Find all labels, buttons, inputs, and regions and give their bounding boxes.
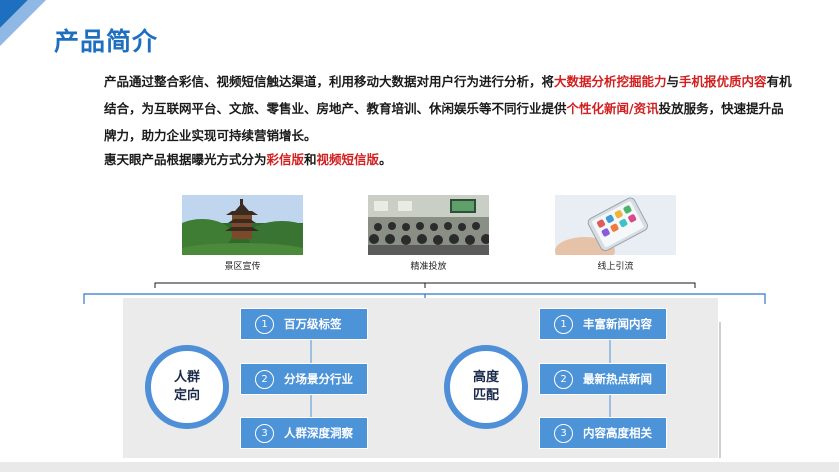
footer-strip <box>0 462 839 472</box>
version-text-3: 。 <box>379 152 392 167</box>
step-number: 1 <box>554 314 573 334</box>
intro-text-2: 与 <box>666 74 680 89</box>
version-text-2: 和 <box>304 152 317 167</box>
feature-label: 人群深度洞察 <box>284 426 353 440</box>
intro-highlight-3: 个性化新闻/资讯 <box>566 101 659 116</box>
step-number: 2 <box>554 369 573 389</box>
audience-targeting-circle: 人群 定向 <box>145 345 229 429</box>
intro-text-1: 产品通过整合彩信、视频短信触达渠道，利用移动大数据对用户行为进行分析，将 <box>104 74 555 89</box>
step-number: 3 <box>255 423 274 443</box>
classroom-photo <box>368 195 489 255</box>
step-number: 1 <box>255 314 274 334</box>
version-paragraph: 惠天眼产品根据曝光方式分为彩信版和视频短信版。 <box>80 146 794 173</box>
feature-box: 2 分场景分行业 <box>240 363 368 395</box>
content-matching-circle: 高度 匹配 <box>444 345 528 429</box>
corner-accent <box>0 0 46 46</box>
feature-box: 3 人群深度洞察 <box>240 417 368 449</box>
feature-label: 内容高度相关 <box>583 426 652 440</box>
image-caption: 精准投放 <box>410 262 447 272</box>
feature-label: 百万级标签 <box>284 317 342 331</box>
page-title: 产品简介 <box>54 27 159 56</box>
intro-highlight-1: 大数据分析挖掘能力 <box>554 74 667 89</box>
step-number: 2 <box>255 369 274 389</box>
feature-box: 1 丰富新闻内容 <box>539 308 667 340</box>
feature-label: 丰富新闻内容 <box>583 317 652 331</box>
image-caption: 景区宣传 <box>224 262 261 272</box>
smartphone-photo <box>555 195 676 255</box>
intro-highlight-2: 手机报优质内容 <box>679 74 767 89</box>
intro-paragraph: 产品通过整合彩信、视频短信触达渠道，利用移动大数据对用户行为进行分析，将大数据分… <box>80 68 794 149</box>
version-highlight-1: 彩信版 <box>266 152 305 167</box>
image-caption: 线上引流 <box>597 262 634 272</box>
panel-divider <box>719 322 721 458</box>
version-text-1: 惠天眼产品根据曝光方式分为 <box>104 152 267 167</box>
version-highlight-2: 视频短信版 <box>316 152 380 167</box>
circle-label: 高度 匹配 <box>472 370 499 403</box>
feature-box: 1 百万级标签 <box>240 308 368 340</box>
feature-box: 3 内容高度相关 <box>539 417 667 449</box>
pagoda-photo <box>182 195 303 255</box>
feature-label: 分场景分行业 <box>284 372 353 386</box>
feature-box: 2 最新热点新闻 <box>539 363 667 395</box>
feature-label: 最新热点新闻 <box>583 372 652 386</box>
step-number: 3 <box>554 423 573 443</box>
circle-label: 人群 定向 <box>173 370 200 403</box>
